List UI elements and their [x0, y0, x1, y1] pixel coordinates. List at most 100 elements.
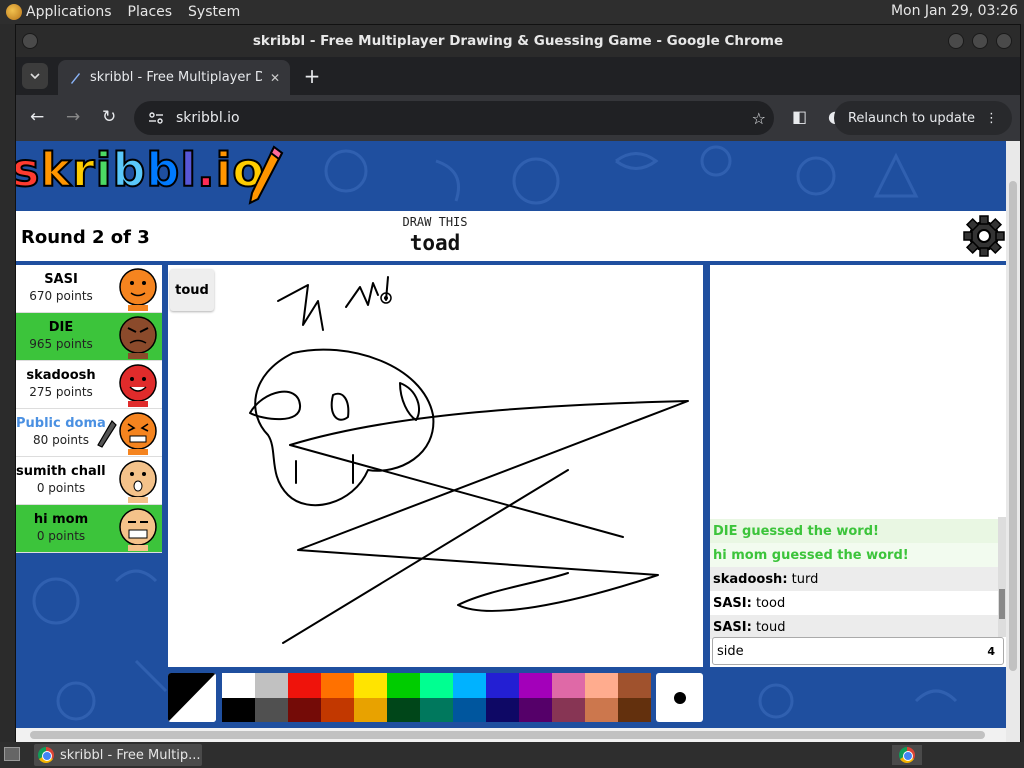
drawing-pencil-icon: [97, 420, 117, 448]
color-swatch[interactable]: [321, 697, 354, 722]
page-hscrollbar[interactable]: [16, 728, 1006, 742]
show-desktop-icon[interactable]: [4, 747, 20, 761]
color-swatch[interactable]: [519, 673, 552, 698]
logo-pencil-icon: [248, 145, 284, 205]
taskbar-chrome-window[interactable]: skribbl - Free Multip...: [34, 744, 202, 766]
drawing-canvas[interactable]: [168, 265, 703, 667]
minimize-button[interactable]: [948, 33, 964, 49]
avatar: [119, 364, 157, 407]
color-swatch[interactable]: [420, 697, 453, 722]
color-swatch[interactable]: [453, 673, 486, 698]
favicon-pencil-icon: [71, 72, 80, 84]
menu-applications[interactable]: Applications: [26, 4, 112, 20]
skribbl-logo[interactable]: skribbl.io: [16, 142, 265, 198]
color-swatch[interactable]: [354, 673, 387, 698]
player-card[interactable]: hi mom 0 points: [16, 505, 162, 553]
site-info-icon[interactable]: [148, 111, 164, 125]
menu-system[interactable]: System: [188, 4, 240, 20]
close-tab-icon[interactable]: ✕: [270, 71, 280, 85]
player-card[interactable]: SASI 670 points: [16, 265, 162, 313]
color-swatch[interactable]: [222, 697, 255, 722]
more-menu-icon[interactable]: ⋮: [985, 111, 998, 126]
brush-size-button[interactable]: [656, 673, 703, 722]
color-swatch[interactable]: [420, 673, 453, 698]
player-card[interactable]: sumith challa 0 points: [16, 457, 162, 505]
player-name: DIE: [48, 320, 74, 335]
browser-window: skribbl - Free Multiplayer Drawing & Gue…: [15, 24, 1021, 742]
player-points: 275 points: [29, 385, 93, 399]
color-swatch[interactable]: [486, 697, 519, 722]
color-swatch[interactable]: [618, 697, 651, 722]
window-titlebar[interactable]: skribbl - Free Multiplayer Drawing & Gue…: [16, 25, 1020, 57]
color-swatch[interactable]: [222, 673, 255, 698]
player-card[interactable]: skadoosh 275 points: [16, 361, 162, 409]
tab-search-button[interactable]: [22, 63, 48, 89]
color-swatch[interactable]: [552, 697, 585, 722]
color-swatch[interactable]: [618, 673, 651, 698]
avatar: [119, 268, 157, 311]
player-card[interactable]: DIE 965 points: [16, 313, 162, 361]
address-bar[interactable]: skribbl.io ☆: [134, 101, 774, 135]
draw-this-label: DRAW THIS: [402, 215, 468, 229]
chrome-icon: [899, 747, 915, 763]
side-panel-icon[interactable]: ◧: [792, 107, 807, 126]
player-points: 670 points: [29, 289, 93, 303]
color-swatch[interactable]: [453, 697, 486, 722]
forward-icon[interactable]: →: [66, 107, 80, 127]
color-swatch[interactable]: [387, 673, 420, 698]
color-preview[interactable]: [168, 673, 216, 722]
color-swatch[interactable]: [486, 673, 519, 698]
color-swatch[interactable]: [288, 673, 321, 698]
chat-scroll-thumb[interactable]: [999, 589, 1005, 619]
color-swatch[interactable]: [255, 697, 288, 722]
color-swatch[interactable]: [519, 697, 552, 722]
page-scroll-thumb[interactable]: [1009, 181, 1017, 671]
player-name: SASI: [44, 272, 78, 287]
color-swatch[interactable]: [585, 697, 618, 722]
color-swatch[interactable]: [255, 673, 288, 698]
reload-icon[interactable]: ↻: [102, 107, 116, 127]
color-swatch[interactable]: [552, 673, 585, 698]
round-indicator: Round 2 of 3: [21, 227, 150, 248]
player-list: SASI 670 points DIE 965 points skadoosh …: [16, 265, 162, 553]
workspace-switcher[interactable]: [892, 745, 922, 765]
color-palette: [222, 673, 652, 722]
chat-user: SASI:: [713, 619, 752, 635]
chat-scrollbar[interactable]: [998, 517, 1006, 637]
color-swatch[interactable]: [354, 697, 387, 722]
menu-places[interactable]: Places: [128, 4, 173, 20]
back-icon[interactable]: ←: [30, 107, 44, 127]
applications-icon: [6, 4, 22, 20]
chat-message: skadoosh: turd: [710, 567, 998, 591]
player-points: 0 points: [36, 481, 86, 495]
color-swatch[interactable]: [288, 697, 321, 722]
chat-message: SASI: tood: [710, 591, 998, 615]
chat-text: tood: [751, 595, 786, 611]
chat-input[interactable]: side 4: [712, 637, 1004, 665]
page-hscroll-thumb[interactable]: [30, 731, 985, 739]
color-swatch[interactable]: [387, 697, 420, 722]
brush-size-icon: [673, 691, 686, 704]
maximize-button[interactable]: [972, 33, 988, 49]
avatar: [119, 460, 157, 503]
player-name: sumith challa: [16, 464, 106, 479]
close-window-button[interactable]: [996, 33, 1012, 49]
tab-skribbl[interactable]: skribbl - Free Multiplayer Drawing & Gue…: [58, 60, 290, 95]
chat-text: toud: [751, 619, 786, 635]
player-points: 0 points: [36, 529, 86, 543]
clock[interactable]: Mon Jan 29, 03:26: [891, 3, 1018, 19]
color-swatch[interactable]: [585, 673, 618, 698]
bookmark-star-icon[interactable]: ☆: [752, 109, 766, 128]
new-tab-button[interactable]: +: [300, 64, 324, 88]
player-card-you[interactable]: Public domain (You) 80 points: [16, 409, 162, 457]
player-name: skadoosh: [26, 368, 96, 383]
relaunch-button[interactable]: Relaunch to update ⋮: [833, 101, 1012, 135]
color-swatch[interactable]: [321, 673, 354, 698]
tab-label: skribbl - Free Multiplayer Drawing & Gue…: [90, 70, 262, 85]
player-points: 80 points: [33, 433, 89, 447]
chat-user: skadoosh:: [713, 571, 788, 587]
window-menu-button[interactable]: [22, 33, 38, 49]
settings-gear-icon[interactable]: [963, 215, 1005, 257]
page-viewport: skribbl.io Round 2 of 3 DRAW THIS toad S…: [16, 141, 1020, 742]
page-scrollbar[interactable]: [1006, 141, 1020, 742]
